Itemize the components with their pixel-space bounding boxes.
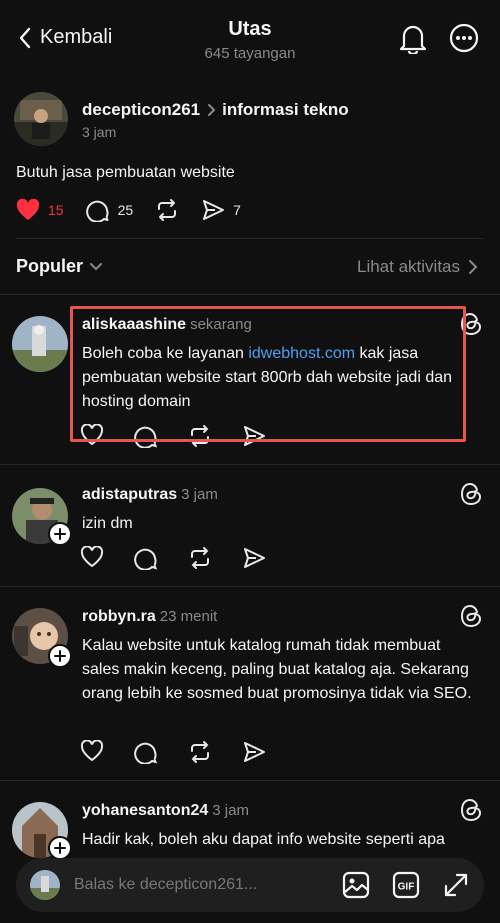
chevron-right-icon	[206, 103, 216, 117]
repost-icon[interactable]	[188, 546, 212, 570]
reply-time: 3 jam	[212, 802, 249, 819]
heart-icon[interactable]	[80, 546, 104, 570]
heart-icon[interactable]	[80, 740, 104, 764]
follow-button[interactable]	[48, 836, 72, 860]
plus-icon	[54, 650, 66, 662]
share-icon[interactable]	[242, 740, 266, 764]
reply-username[interactable]: aliskaaashine	[82, 316, 186, 333]
composer-actions: GIF	[342, 871, 470, 899]
plus-icon	[54, 528, 66, 540]
post-author[interactable]: decepticon261	[82, 100, 200, 120]
sort-label: Populer	[16, 256, 84, 276]
follow-button[interactable]	[48, 522, 72, 546]
reply-item: adistaputras 3 jam izin dm	[0, 478, 500, 588]
gif-icon[interactable]: GIF	[392, 871, 420, 899]
repost-icon[interactable]	[188, 740, 212, 764]
comment-icon[interactable]	[134, 424, 158, 448]
like-count: 15	[48, 202, 64, 218]
threads-icon[interactable]	[460, 798, 482, 822]
reply-username[interactable]: robbyn.ra	[82, 608, 156, 625]
post-author-row: decepticon261 informasi tekno	[82, 100, 349, 120]
expand-icon[interactable]	[442, 871, 470, 899]
comment-icon	[85, 198, 110, 222]
chevron-right-icon	[468, 259, 478, 275]
threads-icon[interactable]	[460, 482, 482, 506]
more-icon[interactable]	[448, 22, 480, 54]
post-time: 3 jam	[82, 124, 117, 140]
reply-item: robbyn.ra 23 menit Kalau website untuk ka…	[0, 600, 500, 780]
like-button[interactable]: 15	[16, 199, 64, 221]
chevron-down-icon	[89, 262, 103, 272]
avatar[interactable]	[12, 316, 68, 372]
reply-actions	[80, 424, 266, 448]
reply-actions	[80, 546, 266, 570]
comment-icon[interactable]	[134, 546, 158, 570]
repost-button[interactable]	[155, 198, 179, 222]
reply-time: 3 jam	[181, 486, 218, 503]
threads-icon[interactable]	[460, 604, 482, 628]
top-bar: Kembali Utas 645 tayangan	[0, 0, 500, 80]
reply-text: Kalau website untuk katalog rumah tidak …	[82, 637, 472, 702]
bell-icon[interactable]	[398, 22, 428, 54]
plus-icon	[54, 842, 66, 854]
reply-header: aliskaaashine sekarang	[82, 316, 252, 334]
reply-actions	[80, 740, 266, 764]
sort-dropdown[interactable]: Populer	[16, 256, 103, 277]
reply-text-before: Boleh coba ke layanan	[82, 345, 249, 362]
follow-button[interactable]	[48, 644, 72, 668]
reply-time: 23 menit	[159, 608, 218, 625]
svg-text:GIF: GIF	[398, 882, 415, 893]
image-icon[interactable]	[342, 871, 370, 899]
threads-icon[interactable]	[460, 312, 482, 336]
post-actions: 15 25 7	[16, 198, 263, 222]
reply-item: aliskaaashine sekarang Boleh coba ke laya…	[0, 308, 500, 458]
post-text: Butuh jasa pembuatan website	[16, 164, 235, 181]
activity-label: Lihat aktivitas	[357, 257, 460, 276]
share-icon[interactable]	[242, 546, 266, 570]
reply-text: Boleh coba ke layanan idwebhost.com kak …	[82, 342, 482, 414]
reply-header: robbyn.ra 23 menit	[82, 608, 217, 626]
reply-header: adistaputras 3 jam	[82, 486, 218, 504]
comment-icon[interactable]	[134, 740, 158, 764]
reply-time: sekarang	[190, 316, 252, 333]
reply-text: izin dm	[82, 515, 133, 532]
reply-header: yohanesanton24 3 jam	[82, 802, 249, 820]
avatar[interactable]	[14, 92, 68, 146]
divider	[0, 294, 500, 295]
heart-icon	[16, 199, 40, 221]
divider	[0, 586, 500, 587]
share-icon[interactable]	[242, 424, 266, 448]
reply-input[interactable]	[74, 876, 342, 894]
view-activity-link[interactable]: Lihat aktivitas	[357, 257, 478, 277]
heart-icon[interactable]	[80, 424, 104, 448]
avatar	[30, 870, 60, 900]
reply-text: Hadir kak, boleh aku dapat info website …	[82, 831, 445, 848]
reply-username[interactable]: adistaputras	[82, 486, 177, 503]
share-icon	[201, 198, 225, 222]
reply-item: yohanesanton24 3 jam Hadir kak, boleh aku…	[0, 794, 500, 860]
comment-button[interactable]: 25	[85, 198, 134, 222]
reply-composer: GIF	[16, 858, 484, 912]
divider	[0, 464, 500, 465]
repost-icon[interactable]	[188, 424, 212, 448]
share-count: 7	[233, 202, 241, 218]
comment-count: 25	[117, 202, 134, 218]
reply-link[interactable]: idwebhost.com	[248, 345, 355, 362]
post-topic[interactable]: informasi tekno	[222, 100, 349, 120]
reply-username[interactable]: yohanesanton24	[82, 802, 208, 819]
divider	[16, 238, 484, 239]
divider	[0, 780, 500, 781]
repost-icon	[155, 198, 179, 222]
share-button[interactable]: 7	[201, 198, 241, 222]
